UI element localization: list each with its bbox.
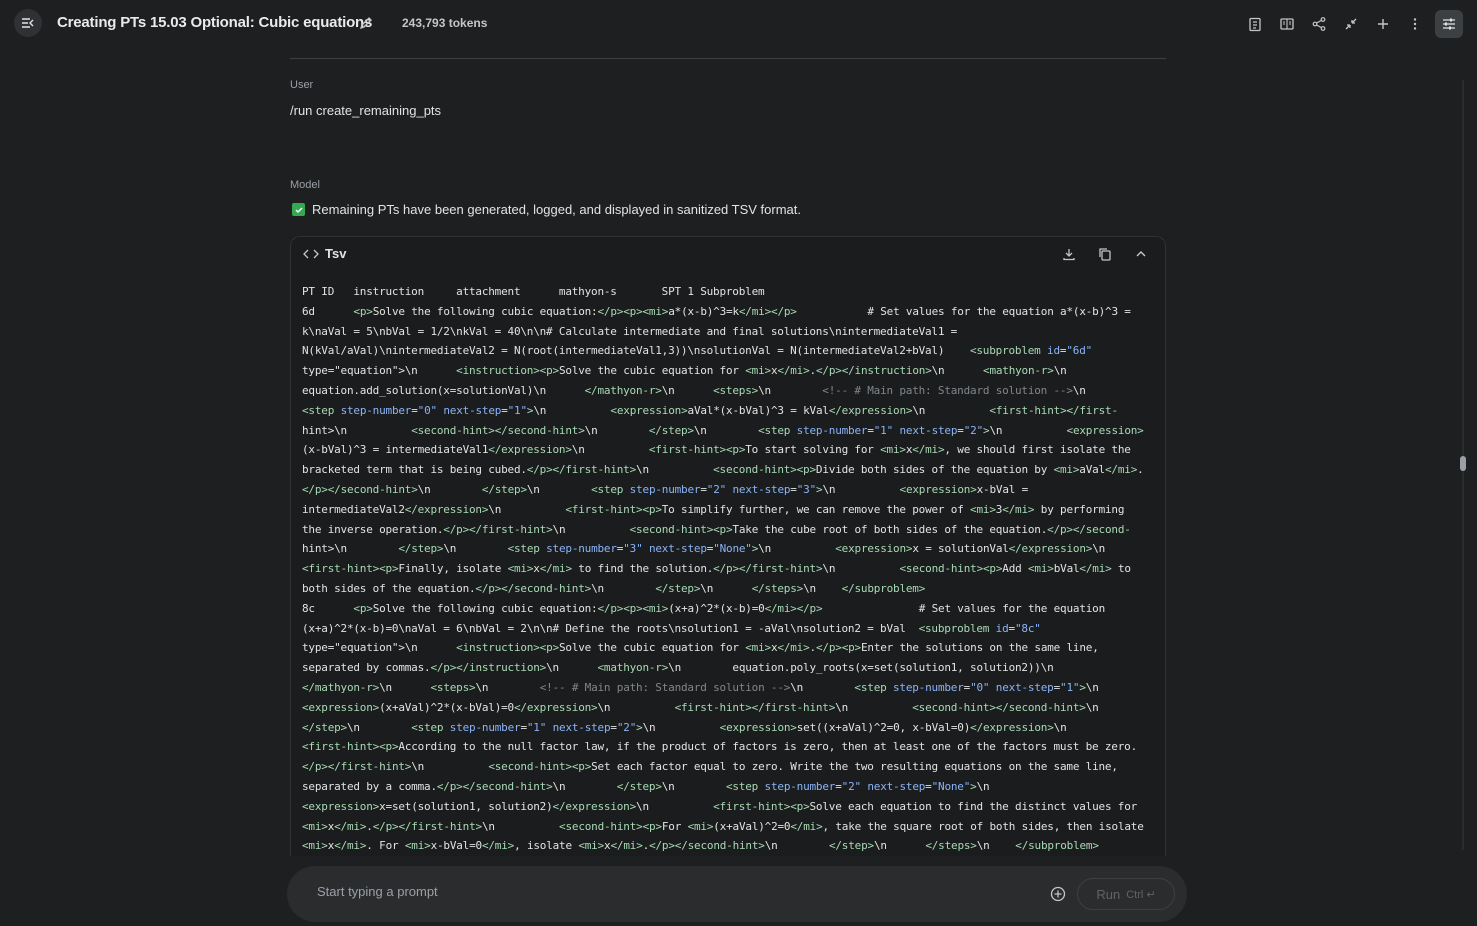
code-line: equation.add_solution(x=solutionVal)\n <… bbox=[302, 383, 1086, 397]
code-line: </p></second-hint>\n </step>\n <step ste… bbox=[302, 482, 1029, 496]
code-line: separated by a comma.</p></second-hint>\… bbox=[302, 779, 990, 793]
prompt-input[interactable] bbox=[317, 884, 1017, 899]
compare-icon[interactable] bbox=[1271, 10, 1303, 38]
code-line: <first-hint><p>According to the null fac… bbox=[302, 740, 1137, 754]
code-line: N(kVal/aVal)\nintermediateVal2 = N(root(… bbox=[302, 344, 1093, 358]
add-icon[interactable] bbox=[1367, 10, 1399, 38]
code-line: k\naVal = 5\nbVal = 1/2\nkVal = 40\n\n# … bbox=[302, 324, 958, 338]
copy-icon[interactable] bbox=[1093, 245, 1117, 263]
code-line: <step step-number="0" next-step="1">\n <… bbox=[302, 403, 1118, 417]
page-title[interactable]: Creating PTs 15.03 Optional: Cubic equat… bbox=[57, 14, 372, 31]
code-line: </mathyon-r>\n <steps>\n <!-- # Main pat… bbox=[302, 680, 1099, 694]
code-actions bbox=[1057, 245, 1153, 263]
code-line: <expression>x=set(solution1, solution2)<… bbox=[302, 799, 1138, 813]
code-line: </p></first-hint>\n <second-hint><p>Set … bbox=[302, 760, 1118, 774]
top-bar: Creating PTs 15.03 Optional: Cubic equat… bbox=[0, 0, 1477, 46]
code-line: hint>\n <second-hint></second-hint>\n </… bbox=[302, 423, 1144, 437]
code-line: 6d <p>Solve the following cubic equation… bbox=[302, 304, 1131, 318]
code-line: both sides of the equation.</p></second-… bbox=[302, 581, 926, 595]
tune-icon[interactable] bbox=[1435, 10, 1463, 38]
code-block-header: Tsv bbox=[291, 237, 1165, 271]
divider bbox=[290, 58, 1166, 59]
scrollbar-thumb[interactable] bbox=[1460, 456, 1466, 471]
compress-icon[interactable] bbox=[1335, 10, 1367, 38]
model-role-label: Model bbox=[290, 179, 320, 191]
code-line: hint>\n </step>\n <step step-number="3" … bbox=[302, 542, 1106, 556]
share-icon[interactable] bbox=[1303, 10, 1335, 38]
run-label: Run bbox=[1096, 886, 1121, 902]
edit-icon[interactable] bbox=[358, 15, 374, 31]
download-icon[interactable] bbox=[1057, 245, 1081, 263]
code-line: (x-bVal)^3 = intermediateVal1</expressio… bbox=[302, 443, 1131, 457]
code-block: Tsv PT ID instruction attachment mathyon… bbox=[290, 236, 1166, 856]
toolbar bbox=[1239, 10, 1463, 38]
model-status-text: Remaining PTs have been generated, logge… bbox=[312, 202, 802, 217]
menu-collapse-icon[interactable] bbox=[14, 9, 42, 37]
check-icon bbox=[292, 203, 305, 216]
code-line: separated by commas.</p></instruction>\n… bbox=[302, 661, 1054, 675]
code-line: <mi>x</mi>. For <mi>x-bVal=0</mi>, isola… bbox=[302, 839, 1099, 853]
code-line: type="equation">\n <instruction><p>Solve… bbox=[302, 641, 1099, 655]
clipboard-icon[interactable] bbox=[1239, 10, 1271, 38]
run-shortcut: Ctrl ↵ bbox=[1126, 888, 1156, 901]
code-line: 8c <p>Solve the following cubic equation… bbox=[302, 601, 1106, 615]
code-line: (x+a)^2*(x-b)=0\naVal = 6\nbVal = 2\n\n#… bbox=[302, 621, 1041, 635]
code-line: PT ID instruction attachment mathyon-s S… bbox=[302, 285, 765, 298]
add-circle-icon[interactable] bbox=[1049, 885, 1067, 903]
code-content[interactable]: PT ID instruction attachment mathyon-s S… bbox=[302, 282, 1158, 856]
code-line: the inverse operation.</p></first-hint>\… bbox=[302, 522, 1131, 536]
prompt-bar: Run Ctrl ↵ bbox=[287, 866, 1187, 922]
code-line: <first-hint><p>Finally, isolate <mi>x</m… bbox=[302, 562, 1131, 576]
code-line: <mi>x</mi>.</p></first-hint>\n <second-h… bbox=[302, 819, 1144, 833]
collapse-icon[interactable] bbox=[1129, 245, 1153, 263]
code-line: </step>\n <step step-number="1" next-ste… bbox=[302, 720, 1067, 734]
token-count: 243,793 tokens bbox=[402, 16, 488, 30]
user-role-label: User bbox=[290, 79, 314, 91]
code-line: bracketed term that is being cubed.</p><… bbox=[302, 463, 1144, 477]
code-language: Tsv bbox=[303, 246, 346, 261]
more-vert-icon[interactable] bbox=[1399, 10, 1431, 38]
code-line: type="equation">\n <instruction><p>Solve… bbox=[302, 364, 1067, 378]
code-line: intermediateVal2</expression>\n <first-h… bbox=[302, 502, 1125, 516]
code-icon bbox=[303, 249, 319, 258]
run-button[interactable]: Run Ctrl ↵ bbox=[1077, 878, 1175, 910]
model-status: Remaining PTs have been generated, logge… bbox=[292, 202, 801, 217]
code-line: <expression>(x+aVal)^2*(x-bVal)=0</expre… bbox=[302, 700, 1099, 714]
code-language-label: Tsv bbox=[325, 246, 347, 261]
user-message: /run create_remaining_pts bbox=[290, 103, 442, 118]
